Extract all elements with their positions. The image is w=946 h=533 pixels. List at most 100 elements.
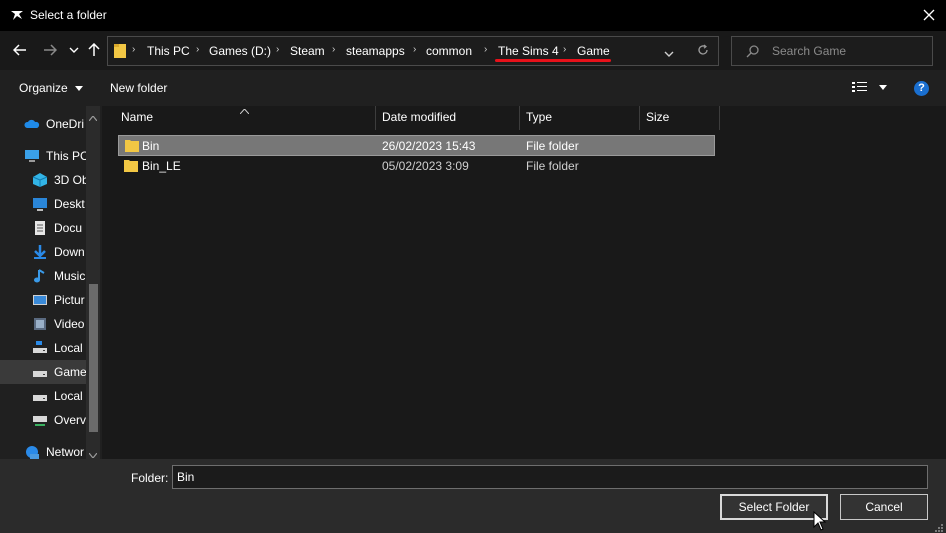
- pc-icon: [25, 150, 39, 162]
- arrow-right-icon: [44, 44, 57, 56]
- nav-item-overv[interactable]: Overv: [0, 408, 86, 432]
- folder-icon: [113, 43, 127, 62]
- nav-item-music[interactable]: Music: [0, 264, 86, 288]
- back-button[interactable]: [10, 40, 30, 60]
- onedrive-icon: [24, 119, 40, 128]
- organize-menu[interactable]: Organize: [19, 81, 84, 95]
- documents-icon: [35, 221, 45, 235]
- file-type: File folder: [526, 139, 579, 153]
- nav-item-documents[interactable]: Docu: [0, 216, 86, 240]
- recent-locations-button[interactable]: [64, 40, 84, 60]
- caret-down-icon: [75, 86, 84, 92]
- mouse-cursor-icon: [813, 510, 827, 531]
- breadcrumb-common[interactable]: common: [426, 44, 472, 58]
- view-options-button[interactable]: [852, 81, 888, 96]
- breadcrumb-separator: ›: [276, 44, 280, 55]
- scroll-up-arrow[interactable]: [88, 110, 98, 124]
- column-header-size[interactable]: Size: [646, 110, 669, 124]
- details-view-icon: [852, 82, 867, 92]
- address-bar[interactable]: › This PC › Games (D:) › Steam › steamap…: [107, 36, 719, 66]
- arrow-left-icon: [13, 44, 26, 56]
- up-button[interactable]: [84, 40, 104, 60]
- folder-icon: [124, 160, 138, 172]
- file-name: Bin: [142, 139, 160, 153]
- sort-ascending-indicator: [239, 103, 250, 117]
- close-button[interactable]: [916, 3, 942, 27]
- search-input[interactable]: Search Game: [731, 36, 933, 66]
- folder-name-input[interactable]: [172, 465, 928, 489]
- nav-scrollbar-thumb[interactable]: [89, 284, 98, 432]
- table-row[interactable]: Bin 26/02/2023 15:43 File folder: [118, 135, 715, 156]
- breadcrumb-separator: ›: [413, 44, 417, 55]
- search-placeholder: Search Game: [772, 44, 847, 58]
- help-button[interactable]: ?: [914, 81, 929, 96]
- nav-item-local-disk[interactable]: Local: [0, 384, 86, 408]
- column-divider[interactable]: [639, 106, 640, 130]
- breadcrumb-separator: ›: [484, 44, 488, 55]
- breadcrumb-separator: ›: [196, 44, 200, 55]
- column-header-name[interactable]: Name: [121, 110, 153, 124]
- breadcrumb-games-drive[interactable]: Games (D:): [209, 44, 271, 58]
- nav-item-this-pc[interactable]: This PC: [0, 144, 86, 168]
- network-icon: [26, 446, 39, 459]
- 3d-objects-icon: [32, 173, 48, 187]
- column-header-date[interactable]: Date modified: [382, 110, 456, 124]
- chevron-down-icon: [88, 452, 98, 459]
- arrow-up-icon: [88, 43, 100, 56]
- breadcrumb-game[interactable]: Game: [577, 44, 610, 58]
- nav-item-local-disk-c[interactable]: Local: [0, 336, 86, 360]
- downloads-icon: [34, 245, 46, 259]
- folder-label: Folder:: [131, 471, 169, 485]
- pictures-icon: [33, 295, 47, 305]
- chevron-up-icon: [88, 115, 98, 122]
- breadcrumb-the-sims-4[interactable]: The Sims 4: [498, 44, 559, 58]
- nav-item-games-drive[interactable]: Game: [0, 360, 86, 384]
- nav-item-desktop[interactable]: Deskt: [0, 192, 86, 216]
- refresh-button[interactable]: [697, 44, 709, 59]
- forward-button[interactable]: [40, 40, 60, 60]
- network-drive-icon: [33, 416, 47, 426]
- address-history-dropdown[interactable]: [664, 46, 674, 60]
- nav-item-onedrive[interactable]: OneDri: [0, 112, 86, 136]
- caret-down-icon: [879, 85, 888, 90]
- breadcrumb-steam[interactable]: Steam: [290, 44, 325, 58]
- select-folder-button[interactable]: Select Folder: [720, 494, 828, 520]
- file-name: Bin_LE: [142, 159, 181, 173]
- breadcrumb-separator: ›: [132, 44, 136, 55]
- nav-item-network[interactable]: Networ: [0, 440, 86, 459]
- search-icon: [746, 44, 760, 61]
- resize-grip-icon[interactable]: [933, 521, 943, 532]
- refresh-icon: [698, 44, 708, 55]
- drive-icon: [33, 371, 47, 377]
- nav-item-downloads[interactable]: Down: [0, 240, 86, 264]
- file-date: 26/02/2023 15:43: [382, 139, 476, 153]
- table-row[interactable]: Bin_LE 05/02/2023 3:09 File folder: [118, 156, 715, 177]
- desktop-icon: [33, 198, 47, 211]
- close-icon: [923, 9, 935, 21]
- column-divider[interactable]: [375, 106, 376, 130]
- videos-icon: [34, 318, 46, 330]
- red-underline-annotation: [495, 59, 611, 62]
- title-bar: [0, 0, 946, 31]
- breadcrumb-steamapps[interactable]: steamapps: [346, 44, 405, 58]
- new-folder-button[interactable]: New folder: [110, 81, 167, 95]
- breadcrumb-separator: ›: [332, 44, 336, 55]
- app-icon: [10, 8, 24, 22]
- file-type: File folder: [526, 159, 579, 173]
- folder-icon: [125, 140, 139, 152]
- chevron-down-icon: [69, 47, 79, 53]
- nav-item-pictures[interactable]: Pictur: [0, 288, 86, 312]
- nav-item-videos[interactable]: Video: [0, 312, 86, 336]
- chevron-up-icon: [239, 108, 250, 115]
- breadcrumb-this-pc[interactable]: This PC: [147, 44, 190, 58]
- nav-item-3d-objects[interactable]: 3D Ob: [0, 168, 86, 192]
- drive-icon: [33, 395, 47, 401]
- breadcrumb-separator: ›: [563, 44, 567, 55]
- column-header-type[interactable]: Type: [526, 110, 552, 124]
- column-divider[interactable]: [519, 106, 520, 130]
- file-date: 05/02/2023 3:09: [382, 159, 469, 173]
- column-divider[interactable]: [719, 106, 720, 130]
- chevron-down-icon: [664, 51, 674, 57]
- window-title: Select a folder: [30, 8, 107, 22]
- cancel-button[interactable]: Cancel: [840, 494, 928, 520]
